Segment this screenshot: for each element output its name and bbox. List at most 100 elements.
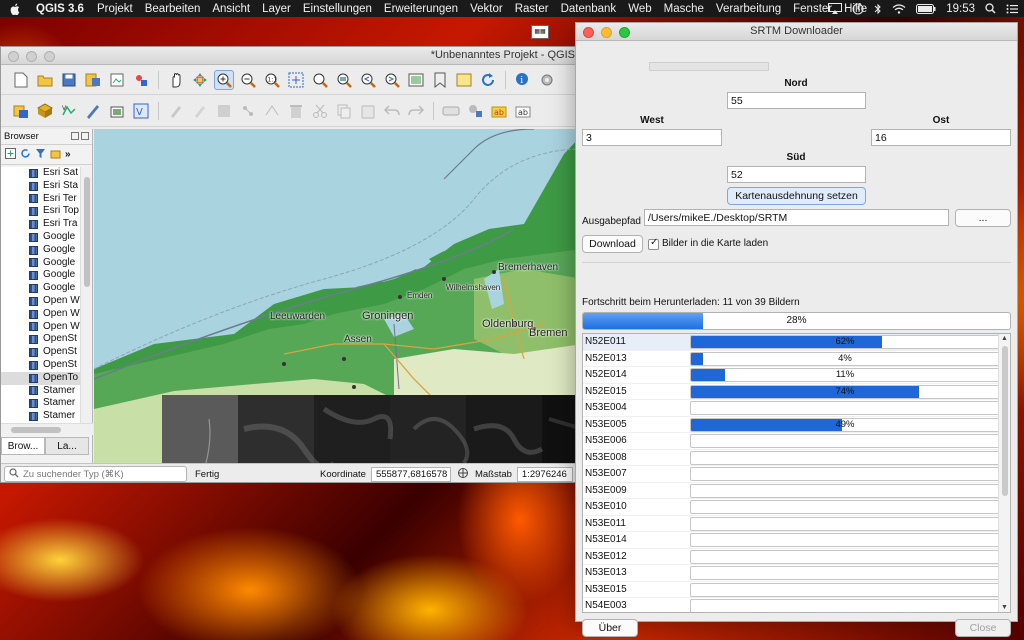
tab-browser[interactable]: Brow... xyxy=(1,437,45,455)
browser-tree-item[interactable]: Esri Tra xyxy=(1,218,80,231)
menu-einstellungen[interactable]: Einstellungen xyxy=(303,3,372,15)
qgis-minimize-button[interactable] xyxy=(26,51,37,62)
tile-row[interactable]: N52E013 4% xyxy=(583,351,1010,367)
time-machine-icon[interactable] xyxy=(852,3,864,15)
save-edits-icon[interactable] xyxy=(214,101,234,121)
settings-gear-icon[interactable] xyxy=(537,70,557,90)
edit-pencil-2-icon[interactable] xyxy=(190,101,210,121)
filter-browser-icon[interactable] xyxy=(35,148,46,162)
tile-row[interactable]: N54E003 xyxy=(583,598,1010,612)
new-virtual-layer-icon[interactable] xyxy=(107,101,127,121)
output-path-field[interactable] xyxy=(644,209,949,226)
show-bookmarks-icon[interactable] xyxy=(454,70,474,90)
browser-tree-item[interactable]: Google xyxy=(1,257,80,270)
app-menu[interactable]: QGIS 3.6 xyxy=(36,3,84,15)
about-button[interactable]: Über xyxy=(582,619,638,637)
browser-tree[interactable]: Esri Sat Esri Sta Esri Ter Esri Top Esri Tra… xyxy=(1,167,81,423)
browse-button[interactable]: ... xyxy=(955,209,1011,227)
dialog-titlebar[interactable]: SRTM Downloader xyxy=(576,23,1017,41)
tile-row[interactable]: N53E009 xyxy=(583,483,1010,499)
browser-tree-item[interactable]: OpenTo xyxy=(1,371,80,385)
zoom-full-icon[interactable] xyxy=(286,70,306,90)
add-selected-layers-icon[interactable] xyxy=(5,147,16,162)
move-label-icon[interactable]: ab xyxy=(513,101,533,121)
browser-tree-item[interactable]: Esri Ter xyxy=(1,193,80,206)
scroll-up-icon[interactable]: ▲ xyxy=(1001,335,1008,342)
set-map-extent-button[interactable]: Kartenausdehnung setzen xyxy=(727,187,866,205)
browser-tree-item[interactable]: Stamer xyxy=(1,397,80,410)
tile-row[interactable]: N52E015 74% xyxy=(583,384,1010,400)
tile-row[interactable]: N53E013 xyxy=(583,565,1010,582)
pan-map-icon[interactable] xyxy=(166,70,186,90)
browser-tree-item[interactable]: Open W xyxy=(1,308,80,321)
new-project-icon[interactable] xyxy=(11,70,31,90)
tile-row[interactable]: N53E014 xyxy=(583,532,1010,549)
tile-row[interactable]: N53E005 49% xyxy=(583,417,1010,433)
scroll-down-icon[interactable]: ▼ xyxy=(1001,604,1008,611)
scale-field[interactable]: 1:2976246 xyxy=(516,466,573,482)
wifi-icon[interactable] xyxy=(892,3,906,14)
tile-row[interactable]: N53E004 xyxy=(583,400,1010,417)
style-manager-icon[interactable] xyxy=(131,70,151,90)
panel-float-button[interactable] xyxy=(71,132,79,140)
load-images-checkbox[interactable] xyxy=(648,237,659,250)
browser-tree-item[interactable]: Stamer xyxy=(1,410,80,423)
save-project-icon[interactable] xyxy=(59,70,79,90)
north-field[interactable] xyxy=(727,92,866,109)
browser-tree-item[interactable]: Esri Top xyxy=(1,205,80,218)
refresh-icon[interactable] xyxy=(478,70,498,90)
west-field[interactable] xyxy=(582,129,722,146)
new-map-view-icon[interactable] xyxy=(406,70,426,90)
tile-row[interactable]: N53E010 xyxy=(583,499,1010,516)
delete-selected-icon[interactable] xyxy=(286,101,306,121)
map-canvas[interactable]: Bremerhaven Wilhelmshaven Emden Leeuward… xyxy=(94,129,581,463)
apple-menu-icon[interactable] xyxy=(10,3,22,15)
paste-features-icon[interactable] xyxy=(358,101,378,121)
menu-verarbeitung[interactable]: Verarbeitung xyxy=(716,3,781,15)
south-field[interactable] xyxy=(727,166,866,183)
keyboard-layout-icon[interactable]: ▦▦ xyxy=(531,25,549,39)
toggle-extents-icon[interactable] xyxy=(457,467,469,482)
coordinate-field[interactable]: 555877,6816578 xyxy=(370,466,451,482)
menubar-clock[interactable]: 19:53 xyxy=(946,3,975,15)
highlight-labels-icon[interactable]: ab xyxy=(489,101,509,121)
browser-tree-item[interactable]: Stamer xyxy=(1,385,80,398)
download-button[interactable]: Download xyxy=(582,235,643,253)
zoom-to-selection-icon[interactable] xyxy=(310,70,330,90)
spotlight-search-icon[interactable] xyxy=(985,3,996,14)
tile-row[interactable]: N53E006 xyxy=(583,433,1010,450)
menu-masche[interactable]: Masche xyxy=(664,3,704,15)
vertex-tool-icon[interactable] xyxy=(262,101,282,121)
pan-to-selection-icon[interactable] xyxy=(190,70,210,90)
redo-icon[interactable] xyxy=(406,101,426,121)
add-feature-icon[interactable] xyxy=(238,101,258,121)
menu-ansicht[interactable]: Ansicht xyxy=(212,3,250,15)
browser-tree-item[interactable]: OpenSt xyxy=(1,346,80,359)
menu-datenbank[interactable]: Datenbank xyxy=(561,3,617,15)
menu-erweiterungen[interactable]: Erweiterungen xyxy=(384,3,458,15)
collapse-all-icon[interactable] xyxy=(50,148,61,162)
menu-raster[interactable]: Raster xyxy=(515,3,549,15)
menu-vektor[interactable]: Vektor xyxy=(470,3,503,15)
menu-projekt[interactable]: Projekt xyxy=(97,3,133,15)
menu-web[interactable]: Web xyxy=(628,3,651,15)
browser-tree-item[interactable]: Open W xyxy=(1,295,80,308)
qgis-titlebar[interactable]: *Unbenanntes Projekt - QGIS xyxy=(1,47,581,65)
new-geopackage-layer-icon[interactable] xyxy=(35,101,55,121)
tile-row[interactable]: N53E012 xyxy=(583,549,1010,565)
digitize-icon[interactable] xyxy=(83,101,103,121)
zoom-in-icon[interactable] xyxy=(214,69,234,90)
edit-pencil-icon[interactable] xyxy=(166,101,186,121)
browser-tree-item[interactable]: Google xyxy=(1,269,80,282)
tile-table-scrollbar[interactable]: ▲ ▼ xyxy=(998,334,1010,612)
zoom-native-icon[interactable]: 1:1 xyxy=(262,70,282,90)
browser-tree-item[interactable]: Google xyxy=(1,282,80,295)
tile-row[interactable]: N52E014 11% xyxy=(583,367,1010,384)
close-button[interactable]: Close xyxy=(955,619,1011,637)
new-shapefile-layer-icon[interactable]: V xyxy=(59,101,79,121)
tile-row[interactable]: N53E015 xyxy=(583,582,1010,598)
browser-tree-item[interactable]: OpenSt xyxy=(1,333,80,346)
tile-row[interactable]: N53E011 xyxy=(583,516,1010,532)
qgis-close-button[interactable] xyxy=(8,51,19,62)
more-chevron-icon[interactable]: » xyxy=(65,149,71,160)
